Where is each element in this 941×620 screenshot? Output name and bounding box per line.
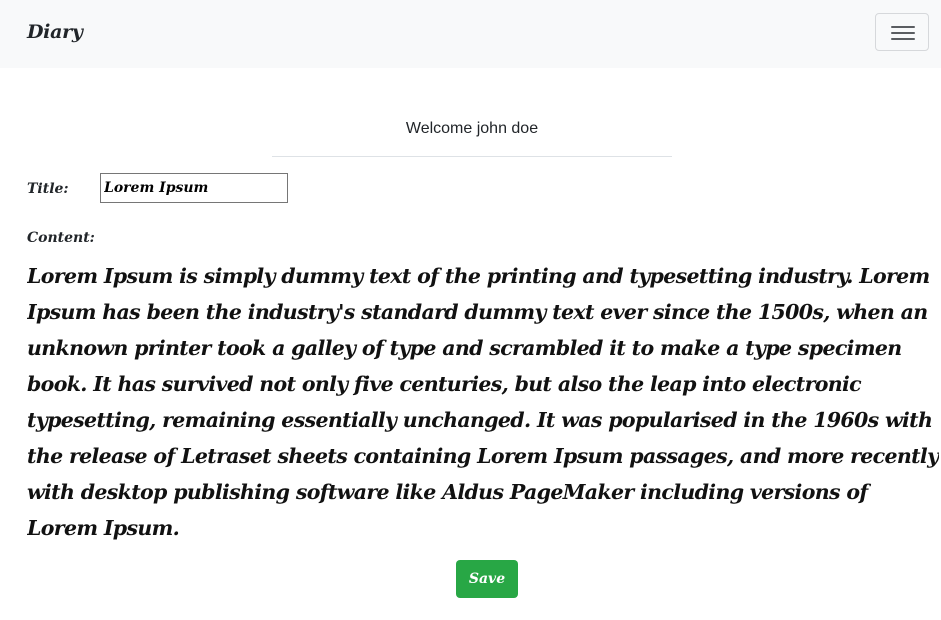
divider — [272, 156, 672, 157]
brand-logo[interactable]: Diary — [27, 21, 83, 43]
navbar: Diary — [0, 0, 941, 68]
title-input[interactable] — [100, 173, 288, 203]
content-label: Content: — [27, 230, 95, 246]
title-label: Title: — [27, 181, 69, 197]
content-editor[interactable]: Lorem Ipsum is simply dummy text of the … — [27, 258, 939, 548]
save-button[interactable]: Save — [456, 560, 518, 598]
navbar-toggler-button[interactable] — [875, 13, 929, 51]
welcome-message: Welcome john doe — [405, 120, 539, 137]
